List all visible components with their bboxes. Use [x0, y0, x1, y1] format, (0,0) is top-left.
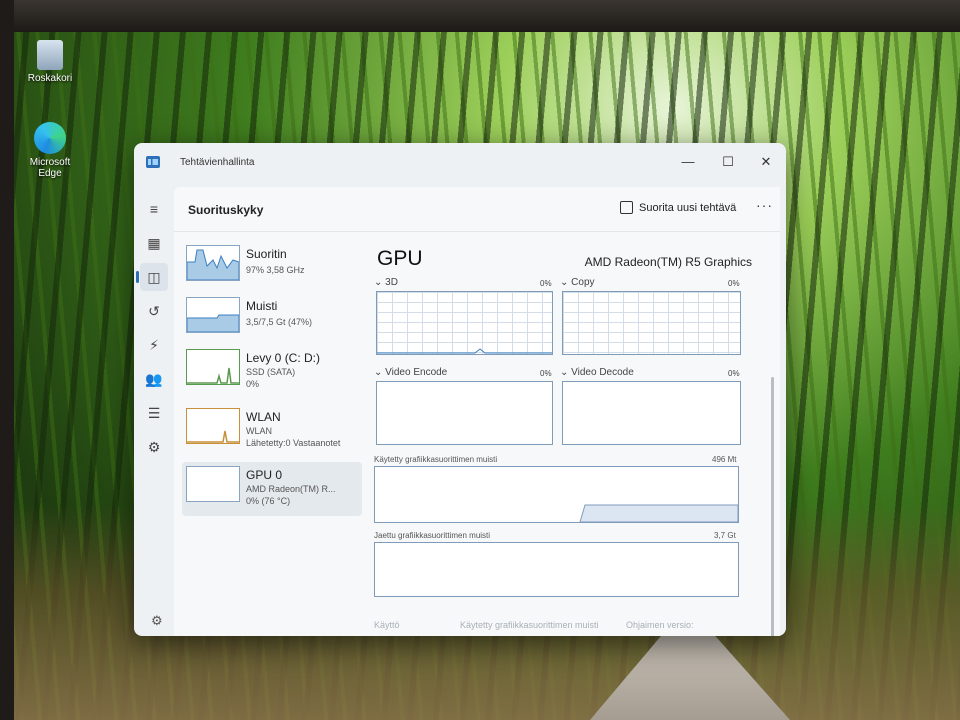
close-button[interactable]: ✕ [746, 149, 786, 175]
resource-name: WLAN [246, 410, 281, 424]
desktop-icon-label: Roskakori [27, 73, 73, 84]
utilization-label: Käyttö [374, 620, 400, 630]
processes-icon[interactable]: ▦ [140, 229, 168, 257]
resource-item-cpu[interactable]: Suoritin 97% 3,58 GHz [182, 241, 362, 295]
title-bar[interactable]: Tehtävienhallinta — ☐ ✕ [134, 143, 786, 183]
monitor-bezel-top [0, 0, 960, 32]
gpu-model: AMD Radeon(TM) R5 Graphics [584, 255, 752, 269]
resource-detail: AMD Radeon(TM) R... [246, 484, 336, 494]
resource-name: GPU 0 [246, 468, 283, 482]
graph-shared-memory [374, 542, 739, 597]
page-title: Suorituskyky [188, 203, 264, 217]
performance-icon[interactable]: ◫ [136, 263, 168, 291]
app-history-icon[interactable]: ↺ [140, 297, 168, 325]
graph-3d [376, 291, 553, 355]
graph-video-decode [562, 381, 741, 445]
resource-item-disk[interactable]: Levy 0 (C: D:) SSD (SATA) 0% [182, 345, 362, 399]
settings-icon[interactable]: ⚙ [151, 613, 163, 629]
engine-selector-3d[interactable]: ⌄ 3D [374, 277, 398, 288]
resource-item-wlan[interactable]: WLAN WLAN Lähetetty:0 Vastaanotet [182, 404, 362, 458]
run-task-label: Suorita uusi tehtävä [639, 201, 737, 214]
resource-name: Suoritin [246, 247, 287, 261]
wlan-thumbnail-graph [186, 408, 240, 444]
shared-memory-value: 3,7 Gt [714, 531, 736, 540]
resource-detail: 0% [246, 379, 260, 389]
page-header: Suorituskyky Suorita uusi tehtävä ··· [174, 187, 780, 232]
gpu-title: GPU [377, 247, 423, 270]
graph-dedicated-memory [374, 466, 739, 523]
cpu-thumbnail-graph [186, 245, 240, 281]
monitor-bezel-left [0, 0, 14, 720]
dedicated-memory-stat-label: Käytetty grafiikkasuorittimen muisti [460, 620, 599, 630]
hamburger-icon[interactable]: ≡ [140, 195, 168, 223]
resource-item-memory[interactable]: Muisti 3,5/7,5 Gt (47%) [182, 293, 362, 347]
engine-pct: 0% [728, 279, 740, 288]
gpu-thumbnail-graph [186, 466, 240, 502]
desktop-icon-recycle-bin[interactable]: Roskakori [18, 40, 82, 84]
details-icon[interactable]: ☰ [140, 399, 168, 427]
services-icon[interactable]: ⚙ [140, 433, 168, 461]
engine-pct: 0% [540, 369, 552, 378]
more-options-icon[interactable]: ··· [756, 197, 773, 213]
engine-selector-video-decode[interactable]: ⌄ Video Decode [560, 367, 634, 378]
performance-page: Suorituskyky Suorita uusi tehtävä ··· Su… [174, 187, 780, 636]
memory-thumbnail-graph [186, 297, 240, 333]
resource-detail: WLAN [246, 426, 273, 436]
dedicated-memory-label: Käytetty grafiikkasuorittimen muisti [374, 455, 498, 464]
run-task-icon [620, 201, 633, 214]
startup-icon[interactable]: ⚡ [140, 331, 168, 359]
window-title: Tehtävienhallinta [180, 157, 255, 168]
scrollbar[interactable] [771, 377, 774, 636]
task-manager-window: Tehtävienhallinta — ☐ ✕ ≡ ▦ ◫ ↺ ⚡ 👥 ☰ ⚙ … [134, 143, 786, 636]
disk-thumbnail-graph [186, 349, 240, 385]
edge-icon [34, 122, 66, 154]
resource-item-gpu[interactable]: GPU 0 AMD Radeon(TM) R... 0% (76 °C) [182, 462, 362, 516]
graph-video-encode [376, 381, 553, 445]
run-new-task-button[interactable]: Suorita uusi tehtävä [620, 201, 736, 214]
graph-copy [562, 291, 741, 355]
resource-detail: SSD (SATA) [246, 367, 296, 377]
minimize-button[interactable]: — [668, 149, 708, 175]
engine-selector-copy[interactable]: ⌄ Copy [560, 277, 595, 288]
shared-memory-label: Jaettu grafiikkasuorittimen muisti [374, 531, 491, 540]
desktop-icon-label: Microsoft Edge [29, 157, 71, 179]
resource-detail: 0% (76 °C) [246, 496, 291, 506]
engine-pct: 0% [540, 279, 552, 288]
driver-version-label: Ohjaimen versio: [626, 620, 694, 630]
engine-pct: 0% [728, 369, 740, 378]
task-manager-icon [146, 156, 160, 168]
users-icon[interactable]: 👥 [140, 365, 168, 393]
resource-detail: Lähetetty:0 Vastaanotet [246, 438, 341, 448]
engine-selector-video-encode[interactable]: ⌄ Video Encode [374, 367, 447, 378]
resource-detail: 3,5/7,5 Gt (47%) [246, 317, 313, 327]
navigation-rail: ≡ ▦ ◫ ↺ ⚡ 👥 ☰ ⚙ [134, 187, 174, 636]
resource-detail: 97% 3,58 GHz [246, 265, 305, 275]
resource-name: Levy 0 (C: D:) [246, 351, 321, 365]
recycle-bin-icon [37, 40, 63, 70]
desktop-icon-edge[interactable]: Microsoft Edge [18, 122, 82, 179]
maximize-button[interactable]: ☐ [708, 149, 748, 175]
dedicated-memory-value: 496 Mt [712, 455, 737, 464]
resource-name: Muisti [246, 299, 278, 313]
